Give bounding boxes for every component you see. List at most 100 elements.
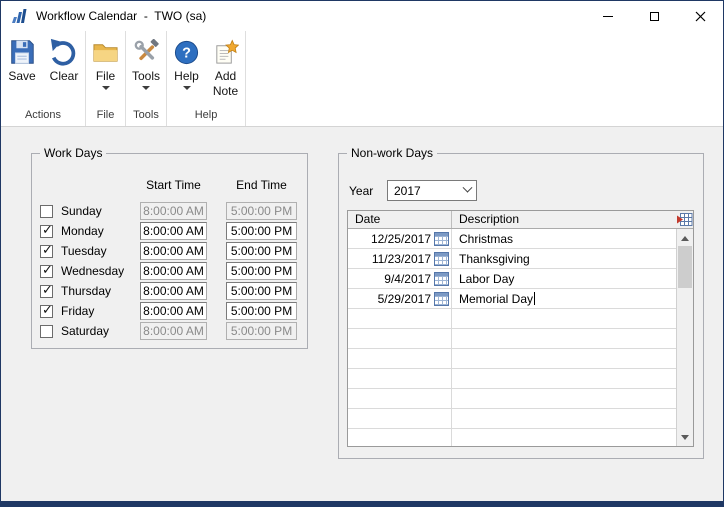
table-rows: 12/25/2017 Christmas 11/23/2017 [348, 229, 676, 446]
work-days-group: Work Days Start Time End Time Sunday 8:0… [31, 153, 308, 349]
table-body: 12/25/2017 Christmas 11/23/2017 [348, 229, 693, 446]
scrollbar-down-button[interactable] [677, 429, 693, 446]
friday-start-time-field[interactable]: 8:00:00 AM [140, 302, 207, 320]
tools-menu-button[interactable]: Tools [126, 33, 166, 94]
wednesday-checkbox[interactable] [40, 265, 53, 278]
sunday-end-time-field: 5:00:00 PM [226, 202, 297, 220]
vertical-scrollbar [676, 229, 693, 446]
wednesday-start-time-field[interactable]: 8:00:00 AM [140, 262, 207, 280]
description-cell[interactable]: Thanksgiving [451, 249, 676, 268]
table-row-empty[interactable] [348, 309, 676, 329]
workday-row-sunday: Sunday 8:00:00 AM 5:00:00 PM [32, 202, 307, 222]
window-title: Workflow Calendar - TWO (sa) [36, 9, 206, 23]
maximize-button[interactable] [631, 1, 677, 31]
date-picker-icon[interactable] [434, 252, 449, 266]
table-row-empty[interactable] [348, 389, 676, 409]
help-menu-button[interactable]: ? Help [167, 33, 206, 98]
minimize-icon [603, 16, 613, 17]
table-row-empty[interactable] [348, 329, 676, 349]
workflow-calendar-window: Workflow Calendar - TWO (sa) [0, 0, 724, 507]
date-picker-icon[interactable] [434, 272, 449, 286]
sunday-start-time-field: 8:00:00 AM [140, 202, 207, 220]
date-cell[interactable]: 5/29/2017 [348, 289, 451, 308]
workday-row-thursday: Thursday 8:00:00 AM 5:00:00 PM [32, 282, 307, 302]
tuesday-checkbox[interactable] [40, 245, 53, 258]
date-cell[interactable]: 9/4/2017 [348, 269, 451, 288]
tools-menu-label: Tools [132, 69, 160, 83]
minimize-button[interactable] [585, 1, 631, 31]
chevron-down-icon [462, 183, 472, 193]
add-note-icon [212, 36, 239, 68]
table-row-empty[interactable] [348, 429, 676, 447]
add-note-button[interactable]: Add Note [206, 33, 245, 98]
monday-end-time-field[interactable]: 5:00:00 PM [226, 222, 297, 240]
friday-checkbox[interactable] [40, 305, 53, 318]
date-cell[interactable]: 12/25/2017 [348, 229, 451, 248]
thursday-start-time-field[interactable]: 8:00:00 AM [140, 282, 207, 300]
date-value: 9/4/2017 [384, 272, 431, 286]
file-menu-button[interactable]: File [86, 33, 125, 94]
scrollbar-up-button[interactable] [677, 229, 693, 246]
non-work-days-group-title: Non-work Days [347, 146, 437, 160]
description-cell[interactable]: Labor Day [451, 269, 676, 288]
close-button[interactable] [677, 1, 723, 31]
wednesday-end-time-field[interactable]: 5:00:00 PM [226, 262, 297, 280]
non-work-days-group: Non-work Days Year 2017 Date Description [338, 153, 704, 459]
expansion-button[interactable] [676, 211, 693, 228]
chevron-down-icon [183, 86, 191, 94]
add-note-label-line1: Add [215, 69, 236, 83]
tools-icon [133, 36, 160, 68]
toolbar-group-actions: Save Clear Actions [1, 31, 85, 126]
date-picker-icon[interactable] [434, 292, 449, 306]
description-column-header: Description [451, 211, 676, 228]
workday-row-saturday: Saturday 8:00:00 AM 5:00:00 PM [32, 322, 307, 342]
table-row: 9/4/2017 Labor Day [348, 269, 676, 289]
arrow-down-icon [681, 435, 689, 444]
toolbar-group-tools: Tools Tools [126, 31, 166, 126]
saturday-checkbox[interactable] [40, 325, 53, 338]
chevron-down-icon [102, 86, 110, 94]
toolbar-group-label-file: File [97, 109, 115, 126]
toolbar-group-label-help: Help [195, 109, 218, 126]
toolbar-separator [245, 31, 246, 126]
help-menu-label: Help [174, 69, 199, 83]
arrow-up-icon [681, 232, 689, 241]
tuesday-end-time-field[interactable]: 5:00:00 PM [226, 242, 297, 260]
table-row-empty[interactable] [348, 409, 676, 429]
date-value: 12/25/2017 [371, 232, 431, 246]
thursday-end-time-field[interactable]: 5:00:00 PM [226, 282, 297, 300]
monday-checkbox[interactable] [40, 225, 53, 238]
table-row-empty[interactable] [348, 369, 676, 389]
tuesday-start-time-field[interactable]: 8:00:00 AM [140, 242, 207, 260]
title-bar: Workflow Calendar - TWO (sa) [1, 1, 723, 31]
scrollbar-track[interactable] [677, 288, 693, 429]
description-value: Thanksgiving [459, 252, 530, 266]
description-cell[interactable]: Memorial Day [451, 289, 676, 308]
close-icon [695, 11, 706, 22]
year-dropdown-value: 2017 [388, 184, 458, 198]
sunday-checkbox[interactable] [40, 205, 53, 218]
friday-end-time-field[interactable]: 5:00:00 PM [226, 302, 297, 320]
toolbar: Save Clear Actions [1, 31, 723, 127]
tuesday-label: Tuesday [61, 244, 107, 258]
date-picker-icon[interactable] [434, 232, 449, 246]
description-cell[interactable]: Christmas [451, 229, 676, 248]
thursday-checkbox[interactable] [40, 285, 53, 298]
save-icon [7, 36, 37, 68]
svg-text:?: ? [182, 45, 191, 61]
save-button[interactable]: Save [1, 33, 43, 83]
year-dropdown-arrow[interactable] [458, 181, 476, 200]
table-row-empty[interactable] [348, 349, 676, 369]
text-cursor [534, 292, 535, 305]
monday-start-time-field[interactable]: 8:00:00 AM [140, 222, 207, 240]
year-dropdown[interactable]: 2017 [387, 180, 477, 201]
scrollbar-thumb[interactable] [678, 246, 692, 288]
work-days-group-title: Work Days [40, 146, 106, 160]
description-value: Labor Day [459, 272, 514, 286]
date-cell[interactable]: 11/23/2017 [348, 249, 451, 268]
workday-row-friday: Friday 8:00:00 AM 5:00:00 PM [32, 302, 307, 322]
year-label: Year [349, 184, 373, 198]
table-row: 11/23/2017 Thanksgiving [348, 249, 676, 269]
app-icon [10, 7, 28, 25]
clear-button[interactable]: Clear [43, 33, 85, 83]
